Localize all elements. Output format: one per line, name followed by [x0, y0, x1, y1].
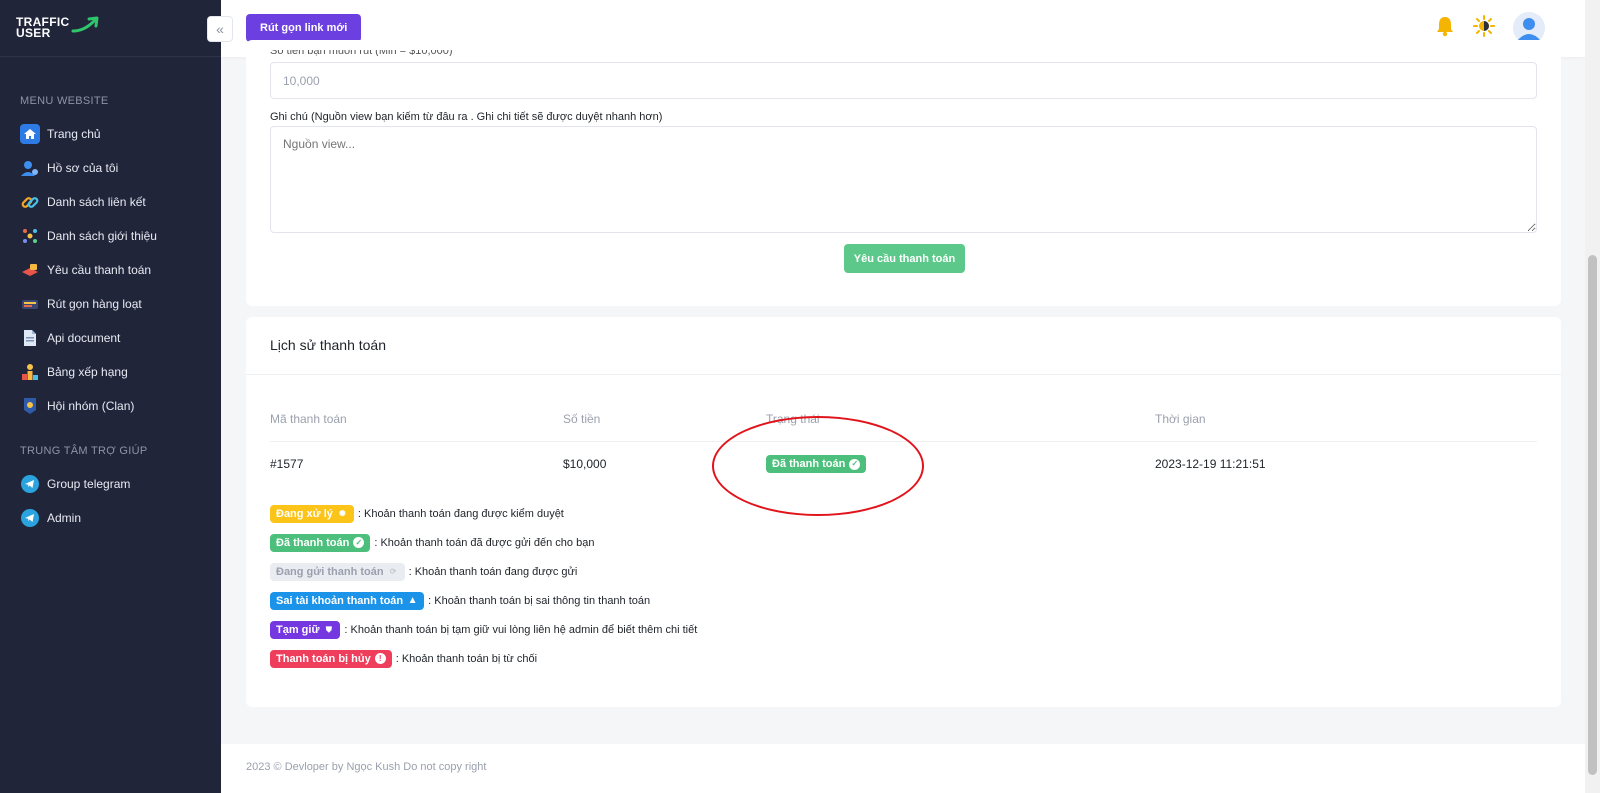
status-badge: Đã thanh toán ✓: [766, 455, 867, 473]
footer: 2023 © Devloper by Ngọc Kush Do not copy…: [221, 744, 1585, 793]
payment-id: #1577: [270, 457, 304, 471]
legend-item: Đang gửi thanh toán ⟳ : Khoản thanh toán …: [270, 557, 697, 586]
warning-icon: ▲: [407, 594, 418, 606]
help-section-title: TRUNG TÂM TRỢ GIÚP: [20, 445, 148, 457]
sidebar-item-label: Admin: [47, 511, 82, 525]
bell-icon[interactable]: [1435, 15, 1455, 42]
status-badge: Đang gửi thanh toán ⟳: [270, 562, 405, 581]
sidebar-item-label: Hội nhóm (Clan): [47, 399, 135, 413]
page-scrollbar[interactable]: [1585, 0, 1600, 793]
info-circle-icon: !: [374, 653, 386, 664]
footer-text: 2023 © Devloper by Ngọc Kush Do not copy…: [246, 761, 487, 773]
status-legend: Đang xử lý ✺ : Khoản thanh toán đang được…: [270, 499, 697, 673]
divider: [270, 441, 1537, 442]
legend-item: Tạm giữ ⛊ : Khoản thanh toán bị tạm giữ v…: [270, 615, 697, 644]
status-badge: Thanh toán bị hủy!: [270, 649, 392, 668]
amount-label-partial: Số tiền bạn muốn rút (Min = $10,000): [270, 50, 453, 56]
home-icon: [20, 124, 40, 144]
status-badge: Đang xử lý ✺: [270, 504, 354, 523]
sidebar-item-clan[interactable]: Hội nhóm (Clan): [0, 389, 221, 423]
sidebar-item-referrals[interactable]: Danh sách giới thiệu: [0, 219, 221, 253]
clan-icon: [20, 396, 40, 416]
double-chevron-left-icon: «: [216, 21, 224, 37]
profile-icon: [20, 158, 40, 178]
new-short-link-button[interactable]: Rút gọn link mới: [246, 14, 362, 42]
shield-icon: ⛊: [325, 624, 332, 634]
telegram-icon: [20, 474, 40, 494]
divider: [246, 374, 1561, 375]
column-header-status: Trạng thái: [766, 412, 820, 426]
sidebar-item-bulk-shorten[interactable]: Rút gọn hàng loạt: [0, 287, 221, 321]
logo-line2: USER: [16, 26, 51, 40]
document-icon: [20, 328, 40, 348]
sidebar-item-label: Yêu cầu thanh toán: [47, 263, 152, 277]
note-label: Ghi chú (Nguồn view bạn kiếm từ đâu ra .…: [270, 111, 663, 123]
legend-item: Thanh toán bị hủy! : Khoản thanh toán bị…: [270, 644, 697, 673]
payment-icon: [20, 260, 40, 280]
logo[interactable]: TRAFFIC USER: [0, 0, 221, 57]
column-header-id: Mã thanh toán: [270, 412, 347, 426]
sidebar-item-label: Danh sách liên kết: [47, 195, 146, 209]
sidebar-item-label: Trang chủ: [47, 127, 101, 141]
sidebar-item-label: Hồ sơ của tôi: [47, 161, 119, 175]
payment-status: Đã thanh toán ✓: [766, 455, 867, 473]
amount-input[interactable]: [270, 62, 1537, 99]
sidebar-item-label: Api document: [47, 331, 121, 345]
sidebar-item-profile[interactable]: Hồ sơ của tôi: [0, 151, 221, 185]
status-badge: Sai tài khoản thanh toán ▲: [270, 591, 425, 610]
sidebar-item-admin[interactable]: Admin: [0, 501, 221, 535]
sidebar-item-group-telegram[interactable]: Group telegram: [0, 467, 221, 501]
sidebar-item-label: Bảng xếp hạng: [47, 365, 128, 379]
payment-request-card: Số tiền bạn muốn rút (Min = $10,000) Ghi…: [246, 40, 1561, 306]
sidebar-item-label: Group telegram: [47, 477, 131, 491]
sidebar: TRAFFIC USER MENU WEBSITE Trang chủ Hồ s…: [0, 0, 221, 793]
status-badge: Tạm giữ ⛊: [270, 620, 341, 639]
check-circle-icon: ✓: [353, 537, 365, 548]
sidebar-item-label: Danh sách giới thiệu: [47, 229, 157, 243]
sidebar-item-payment-request[interactable]: Yêu cầu thanh toán: [0, 253, 221, 287]
collapse-sidebar-button[interactable]: «: [207, 16, 233, 42]
scrollbar-thumb[interactable]: [1588, 255, 1597, 775]
column-header-amount: Số tiền: [563, 412, 601, 426]
legend-item: Đã thanh toán ✓ : Khoản thanh toán đã đượ…: [270, 528, 697, 557]
sidebar-item-links[interactable]: Danh sách liên kết: [0, 185, 221, 219]
sidebar-item-api-document[interactable]: Api document: [0, 321, 221, 355]
menu-section-title: MENU WEBSITE: [20, 95, 109, 107]
link-icon: [20, 192, 40, 212]
column-header-time: Thời gian: [1155, 412, 1206, 426]
payment-history-title: Lịch sử thanh toán: [270, 337, 387, 353]
status-badge: Đã thanh toán ✓: [270, 533, 371, 552]
payment-history-card: Lịch sử thanh toán Mã thanh toán Số tiền…: [246, 317, 1561, 707]
theme-toggle-icon[interactable]: [1473, 14, 1495, 42]
spinner-icon: ✺: [339, 508, 346, 518]
bulk-shorten-icon: [20, 294, 40, 314]
request-payment-button[interactable]: Yêu cầu thanh toán: [844, 244, 965, 273]
referral-icon: [20, 226, 40, 246]
trophy-icon: [20, 362, 40, 382]
legend-item: Đang xử lý ✺ : Khoản thanh toán đang được…: [270, 499, 697, 528]
payment-time: 2023-12-19 11:21:51: [1155, 457, 1266, 471]
sidebar-item-leaderboard[interactable]: Bảng xếp hạng: [0, 355, 221, 389]
payment-amount: $10,000: [563, 457, 607, 471]
legend-item: Sai tài khoản thanh toán ▲ : Khoản thanh …: [270, 586, 697, 615]
sidebar-item-label: Rút gọn hàng loạt: [47, 297, 142, 311]
check-circle-icon: ✓: [849, 458, 861, 470]
sidebar-item-home[interactable]: Trang chủ: [0, 117, 221, 151]
send-icon: ⟳: [389, 566, 397, 576]
telegram-icon: [20, 508, 40, 528]
note-textarea[interactable]: [270, 126, 1537, 233]
logo-arrow-icon: [71, 16, 99, 33]
